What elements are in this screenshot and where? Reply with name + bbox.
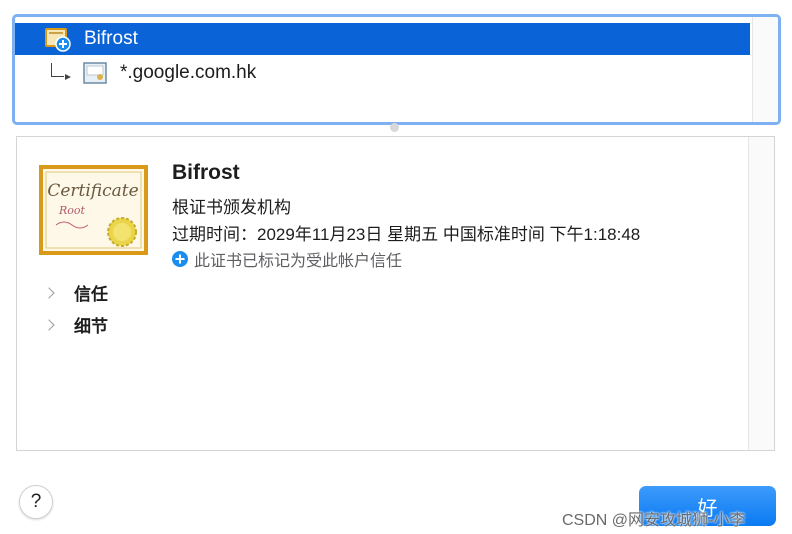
certificate-tree[interactable]: Bifrost *.google.com.hk — [12, 14, 781, 125]
trust-section-toggle[interactable]: 信任 — [43, 280, 108, 305]
tree-branch-icon — [51, 63, 71, 80]
help-button[interactable]: ? — [19, 485, 53, 519]
tree-item-root-label: Bifrost — [84, 28, 138, 49]
seal-icon — [107, 217, 137, 247]
detail-scrollbar[interactable] — [748, 137, 774, 450]
certificate-expiry: 过期时间：2029年11月23日 星期五 中国标准时间 下午1:18:48 — [172, 225, 641, 244]
trusted-plus-icon — [172, 251, 188, 267]
tree-item-child-label: *.google.com.hk — [120, 62, 257, 83]
watermark: CSDN @网安攻城狮-小李 — [562, 512, 746, 529]
certificate-dialog: Bifrost *.google.com.hk Certificate Root — [0, 0, 792, 534]
tree-scrollbar[interactable] — [752, 17, 778, 122]
trust-section-label: 信任 — [74, 285, 108, 304]
chevron-right-icon — [43, 286, 55, 299]
trust-status: 此证书已标记为受此帐户信任 — [172, 247, 402, 271]
svg-text:Certificate: Certificate — [47, 181, 138, 201]
svg-text:Root: Root — [58, 204, 86, 217]
certificate-image: Certificate Root — [39, 165, 148, 255]
certificate-name: Bifrost — [172, 161, 240, 184]
certificate-icon — [83, 62, 107, 84]
details-section-toggle[interactable]: 细节 — [43, 312, 108, 337]
root-certificate-icon — [45, 28, 71, 52]
tree-item-child[interactable]: *.google.com.hk — [15, 57, 750, 89]
tree-item-root[interactable]: Bifrost — [15, 23, 750, 55]
certificate-detail: Certificate Root Bifrost 根证书颁发机构 过期时间：20… — [16, 136, 775, 451]
split-view-handle[interactable] — [390, 123, 399, 132]
chevron-right-icon — [43, 318, 55, 331]
details-section-label: 细节 — [74, 317, 108, 336]
trust-status-text: 此证书已标记为受此帐户信任 — [194, 253, 403, 270]
certificate-kind: 根证书颁发机构 — [172, 198, 291, 217]
